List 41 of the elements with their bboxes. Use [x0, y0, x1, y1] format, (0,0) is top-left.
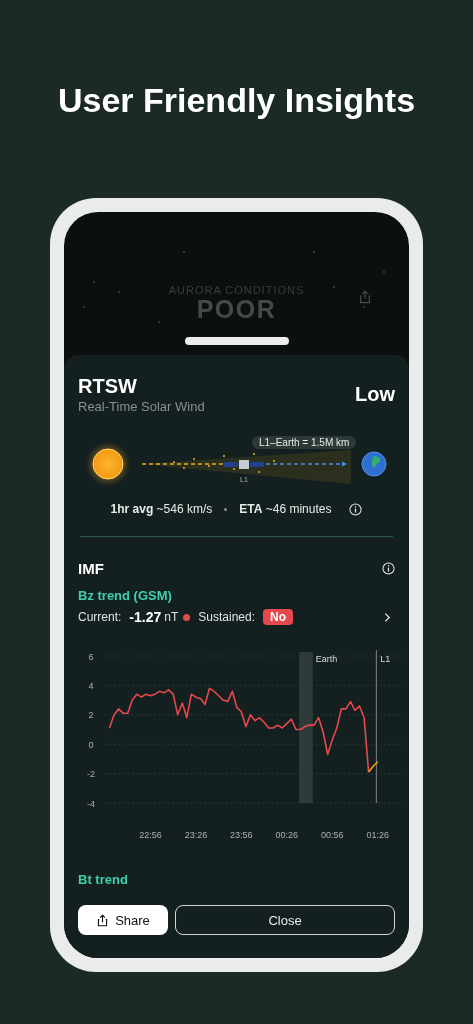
axis-label: 4: [88, 680, 94, 691]
unit-label: nT: [164, 610, 179, 624]
axis-label: -2: [87, 769, 95, 780]
info-icon[interactable]: [349, 502, 363, 516]
chevron-right-icon[interactable]: [384, 611, 391, 623]
marker-label: L1: [380, 654, 391, 664]
info-icon[interactable]: [382, 562, 395, 575]
conditions-value: POOR: [196, 296, 277, 322]
level-label: Low: [355, 383, 395, 406]
sun-drawing: [86, 442, 130, 486]
axis-label: 0: [88, 739, 94, 750]
chart-title: Bz trend (GSM): [78, 588, 173, 603]
axis-label: 00:56: [321, 830, 344, 840]
share-icon: [96, 913, 110, 927]
axis-label: 01:26: [366, 830, 389, 840]
close-button[interactable]: Close: [175, 905, 395, 935]
earth-drawing: [361, 451, 387, 477]
sheet-title: RTSW: [78, 375, 138, 397]
axis-label: 6: [88, 651, 94, 662]
satellite-icon: [224, 460, 264, 469]
share-button[interactable]: Share: [78, 905, 168, 935]
distance-label: L1–Earth = 1.5M km: [252, 436, 357, 449]
separator-dot: [224, 507, 228, 511]
sustained-label: Sustained:: [198, 610, 255, 624]
band-label: Earth: [315, 654, 338, 664]
stat-text: ETA ~46 minutes: [239, 502, 332, 516]
current-value: -1.27: [129, 609, 162, 625]
axis-label: 23:26: [184, 830, 208, 840]
axis-label: -4: [87, 798, 95, 809]
section-title: IMF: [78, 560, 104, 577]
axis-label: 22:56: [139, 830, 162, 840]
axis-label: 23:56: [230, 830, 253, 840]
headline: User Friendly Insights: [57, 80, 416, 121]
sustained-badge: No: [263, 609, 293, 625]
axis-label: 2: [88, 710, 94, 721]
current-label: Current:: [78, 610, 122, 624]
section-subtitle: Bt trend: [78, 872, 129, 887]
sheet-handle[interactable]: [184, 337, 289, 345]
axis-label: 00:26: [275, 830, 299, 840]
sheet-subtitle: Real-Time Solar Wind: [78, 399, 205, 414]
stat-text: 1hr avg ~546 km/s: [110, 502, 213, 516]
